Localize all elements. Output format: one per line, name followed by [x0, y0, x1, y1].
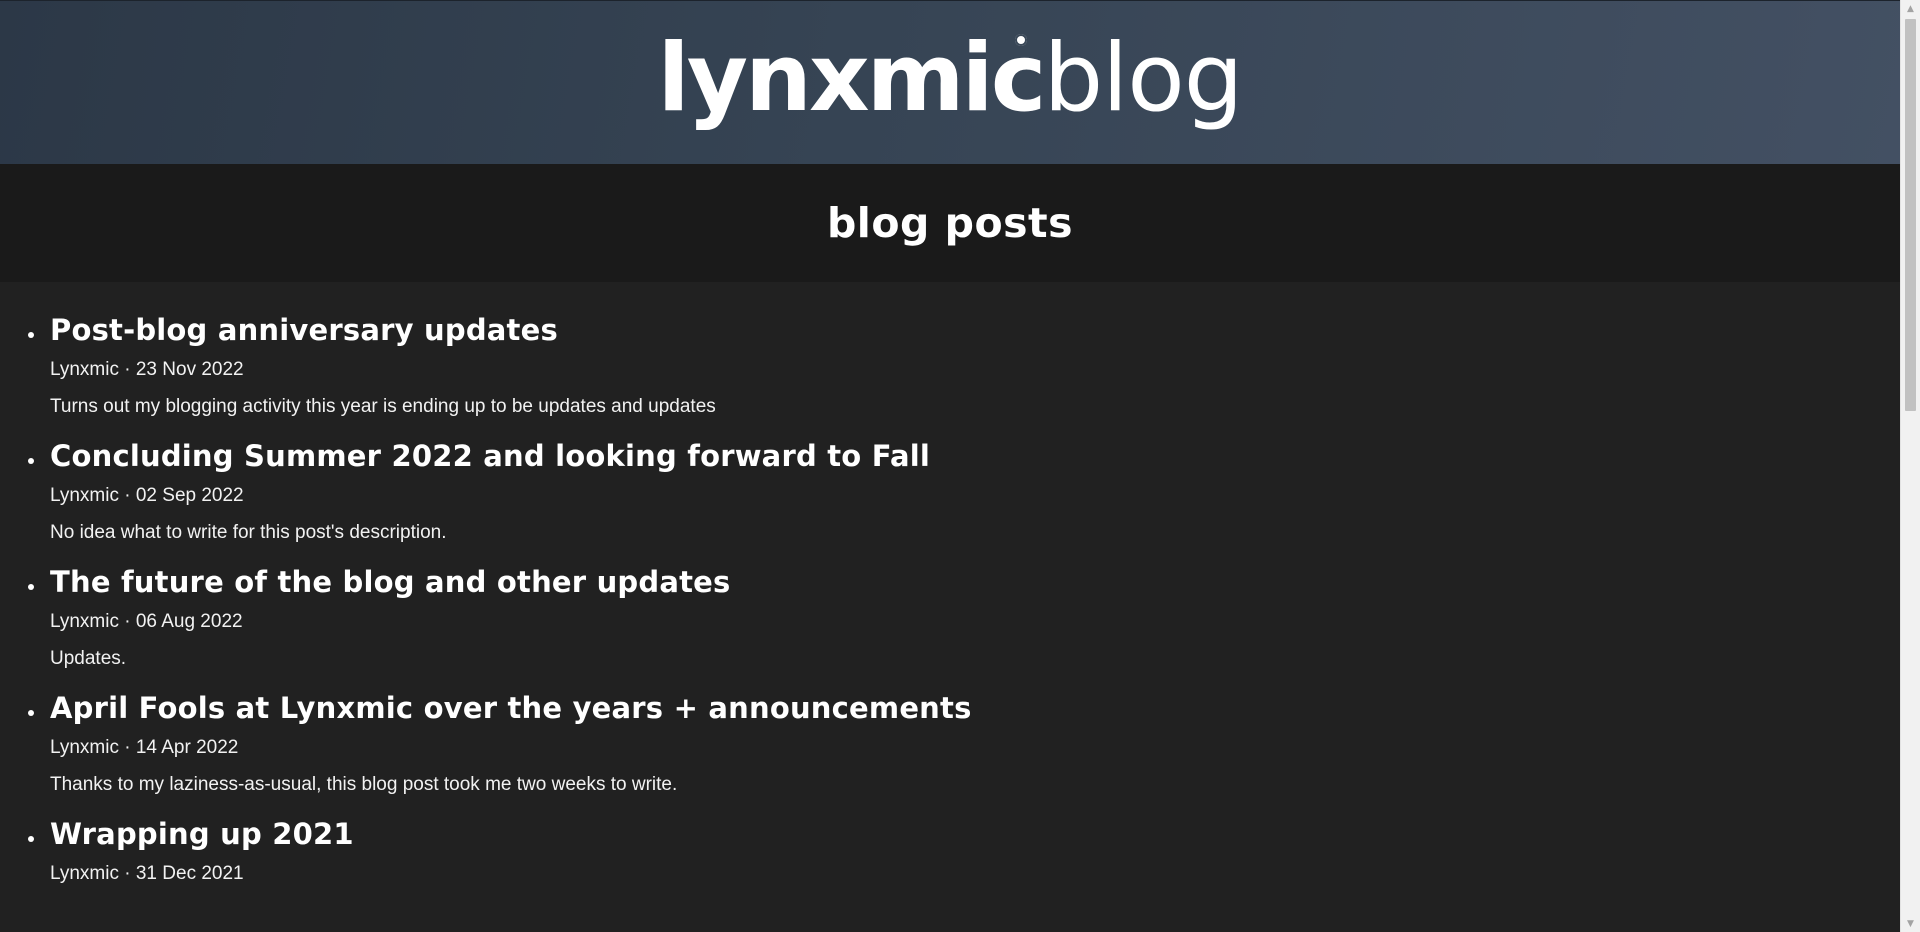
bullet-icon — [28, 332, 34, 338]
post-description: Thanks to my laziness-as-usual, this blo… — [50, 774, 678, 795]
post-meta: Lynxmic · 06 Aug 2022 — [50, 611, 243, 632]
post-title-link[interactable]: Wrapping up 2021 — [50, 814, 1900, 854]
site-header: lynxmic blog — [0, 0, 1900, 164]
post-meta: Lynxmic · 14 Apr 2022 — [50, 737, 239, 758]
logo-light-text: blog — [1043, 23, 1243, 133]
site-logo[interactable]: lynxmic blog — [658, 23, 1244, 133]
post-description: No idea what to write for this post's de… — [50, 522, 447, 543]
post-item: Concluding Summer 2022 and looking forwa… — [0, 436, 1900, 545]
post-title-link[interactable]: The future of the blog and other updates — [50, 562, 1900, 602]
scrollbar-thumb[interactable] — [1905, 19, 1916, 411]
bullet-icon — [28, 458, 34, 464]
bullet-icon — [28, 584, 34, 590]
post-item: Post-blog anniversary updates Lynxmic · … — [0, 310, 1900, 419]
post-title-link[interactable]: Concluding Summer 2022 and looking forwa… — [50, 436, 1900, 476]
post-meta: Lynxmic · 23 Nov 2022 — [50, 359, 244, 380]
post-list: Post-blog anniversary updates Lynxmic · … — [0, 282, 1900, 886]
vertical-scrollbar[interactable]: ▲ ▼ — [1900, 0, 1920, 932]
post-item: April Fools at Lynxmic over the years + … — [0, 688, 1900, 797]
page-title: blog posts — [826, 199, 1074, 247]
logo-bold-text: lynxmic — [658, 31, 1047, 126]
scroll-up-icon[interactable]: ▲ — [1901, 0, 1920, 17]
post-meta: Lynxmic · 31 Dec 2021 — [50, 863, 244, 884]
page-viewport: lynxmic blog blog posts Post-blog annive… — [0, 0, 1900, 932]
logo-bold-label: lynxmic — [657, 23, 1047, 133]
logo-mark-icon — [1015, 33, 1028, 46]
post-title-link[interactable]: April Fools at Lynxmic over the years + … — [50, 688, 1900, 728]
post-description: Updates. — [50, 648, 127, 669]
post-title-link[interactable]: Post-blog anniversary updates — [50, 310, 1900, 350]
page-title-bar: blog posts — [0, 164, 1900, 282]
scroll-down-icon[interactable]: ▼ — [1901, 915, 1920, 932]
post-description: Turns out my blogging activity this year… — [50, 396, 716, 417]
bullet-icon — [28, 836, 34, 842]
post-meta: Lynxmic · 02 Sep 2022 — [50, 485, 244, 506]
post-item: Wrapping up 2021 Lynxmic · 31 Dec 2021 — [0, 814, 1900, 886]
post-item: The future of the blog and other updates… — [0, 562, 1900, 671]
bullet-icon — [28, 710, 34, 716]
